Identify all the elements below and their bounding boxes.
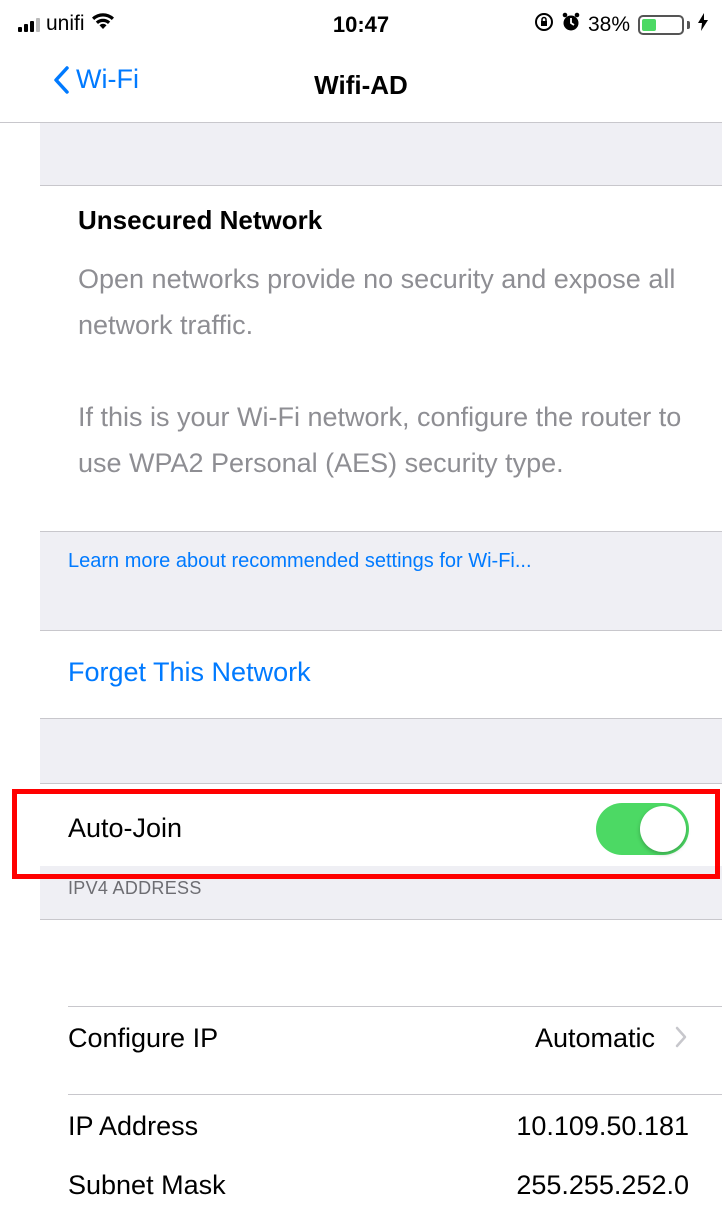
charging-icon [698,13,708,37]
learn-more-link[interactable]: Learn more about recommended settings fo… [68,550,532,573]
alarm-icon [562,12,580,38]
ipv4-section-header: IPV4 ADDRESS [68,878,202,898]
navigation-bar: Wi-Fi Wifi-AD [0,48,722,123]
battery-percent: 38% [587,13,630,36]
separator [40,718,722,719]
ip-address-value: 10.109.50.181 [516,1111,689,1141]
separator [40,630,722,631]
status-right: 38% [534,12,708,38]
security-notice-title: Unsecured Network [78,205,323,235]
configure-ip-row[interactable] [40,1007,722,1094]
page-title: Wifi-AD [314,70,408,100]
orientation-lock-icon [534,12,554,38]
battery-icon [638,15,684,35]
separator [68,1094,722,1095]
separator [40,919,722,920]
highlight-box [12,789,720,879]
forget-network-button[interactable]: Forget This Network [68,657,311,688]
subnet-mask-value: 255.255.252.0 [516,1170,689,1200]
subnet-mask-label: Subnet Mask [68,1170,226,1200]
spacer-band-top [40,123,722,185]
separator [40,531,722,532]
ip-address-label: IP Address [68,1111,199,1141]
spacer-band-middle [40,719,722,783]
separator [40,185,722,186]
learn-more-band [40,531,722,630]
separator [40,783,722,784]
security-notice-body: Open networks provide no security and ex… [78,264,682,478]
status-bar: unifi 10:47 38% [0,0,722,48]
battery-cap [687,21,690,29]
